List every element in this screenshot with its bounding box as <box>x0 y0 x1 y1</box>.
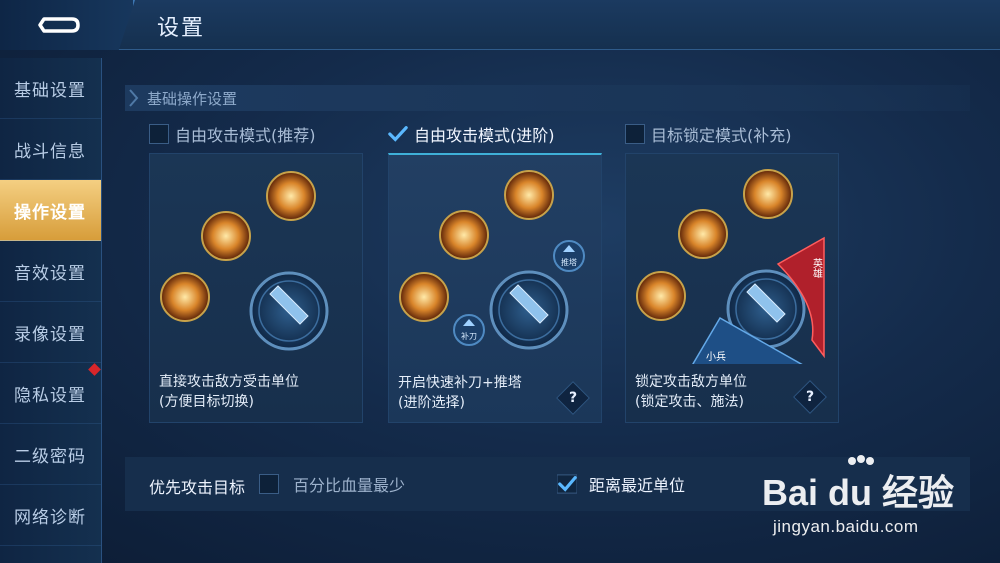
mode-label: 自由攻击模式(推荐) <box>175 126 316 145</box>
mode-target-lock-option[interactable]: 目标锁定模式(补充) <box>625 123 792 145</box>
checkmark-icon <box>557 474 577 494</box>
checkmark-icon <box>388 126 408 142</box>
last-hit-icon-label: 补刀 <box>461 331 477 341</box>
description-line: (进阶选择) <box>398 395 465 411</box>
sidebar: 基础设置 战斗信息 操作设置 音效设置 录像设置 隐私设置 二级密码 网络诊断 <box>0 58 102 563</box>
priority-option-nearest[interactable]: 距离最近单位 <box>557 472 685 496</box>
sidebar-item-battle-info[interactable]: 战斗信息 <box>0 119 101 180</box>
watermark-brand: Bai du 经验 <box>762 472 954 513</box>
sidebar-item-label: 网络诊断 <box>14 507 86 528</box>
checkbox[interactable] <box>259 474 279 494</box>
skill-layout-illustration: 英雄 小兵 <box>636 169 825 364</box>
mode-description: 开启快速补刀+推塔 (进阶选择) <box>398 373 522 413</box>
back-button[interactable] <box>0 0 135 50</box>
notification-dot <box>88 363 101 376</box>
checkbox[interactable] <box>149 124 169 144</box>
top-bar: 设置 <box>0 0 1000 50</box>
mode-free-recommended-option[interactable]: 自由攻击模式(推荐) <box>149 123 316 145</box>
skill-layout-illustration: 推塔 补刀 <box>399 170 585 350</box>
content-panel: 基础操作设置 自由攻击模式(推荐) 自由攻击模式(进阶) 目标锁定模式(补充) <box>125 85 970 511</box>
checkbox[interactable] <box>625 124 645 144</box>
sidebar-item-network[interactable]: 网络诊断 <box>0 485 101 546</box>
sidebar-item-label: 战斗信息 <box>14 141 86 162</box>
priority-option-lowest-hp[interactable]: 百分比血量最少 <box>259 472 405 496</box>
push-tower-icon-label: 推塔 <box>561 257 577 267</box>
description-line: (锁定攻击、施法) <box>635 394 744 410</box>
sidebar-item-audio[interactable]: 音效设置 <box>0 241 101 302</box>
option-label: 距离最近单位 <box>589 476 686 495</box>
mode-card-target-lock[interactable]: 英雄 小兵 锁定攻击敌方单位 (锁定攻击、施法) ? <box>625 153 839 423</box>
sidebar-item-basic[interactable]: 基础设置 <box>0 58 101 119</box>
page-title: 设置 <box>157 16 206 41</box>
help-button[interactable]: ? <box>556 381 590 415</box>
sidebar-item-privacy[interactable]: 隐私设置 <box>0 363 101 424</box>
sidebar-item-label: 二级密码 <box>14 446 86 467</box>
mode-card-free-recommended[interactable]: 直接攻击敌方受击单位 (方便目标切换) <box>149 153 363 423</box>
help-icon: ? <box>568 390 578 406</box>
mode-free-advanced-option[interactable]: 自由攻击模式(进阶) <box>388 123 555 145</box>
option-label: 百分比血量最少 <box>293 476 406 495</box>
sidebar-item-label: 基础设置 <box>14 80 86 101</box>
mode-card-free-advanced[interactable]: 推塔 补刀 开启快速补刀+推塔 (进阶选择) ? <box>388 153 602 423</box>
sidebar-item-replay[interactable]: 录像设置 <box>0 302 101 363</box>
priority-label: 优先攻击目标 <box>149 478 246 497</box>
help-icon: ? <box>805 389 815 405</box>
mode-description: 锁定攻击敌方单位 (锁定攻击、施法) <box>635 372 747 412</box>
description-line: 直接攻击敌方受击单位 <box>159 374 299 390</box>
description-line: 开启快速补刀+推塔 <box>398 375 522 391</box>
watermark-url: jingyan.baidu.com <box>773 517 919 536</box>
sidebar-item-label: 操作设置 <box>14 202 86 223</box>
mode-label: 自由攻击模式(进阶) <box>414 126 555 145</box>
chevron-right-icon <box>129 89 139 107</box>
sidebar-item-secondary-password[interactable]: 二级密码 <box>0 424 101 485</box>
section-header: 基础操作设置 <box>125 85 970 111</box>
back-arrow-icon <box>37 17 80 33</box>
minion-tag-label: 小兵 <box>706 350 726 363</box>
description-line: (方便目标切换) <box>159 394 254 410</box>
hero-tag-label: 英雄 <box>811 257 823 279</box>
paw-icon <box>848 455 874 465</box>
sidebar-item-label: 音效设置 <box>14 263 86 284</box>
checkbox-checked[interactable] <box>557 474 577 494</box>
section-title: 基础操作设置 <box>147 89 238 108</box>
mode-description: 直接攻击敌方受击单位 (方便目标切换) <box>159 372 299 412</box>
help-button[interactable]: ? <box>793 380 827 414</box>
description-line: 锁定攻击敌方单位 <box>635 374 747 390</box>
checkbox-checked[interactable] <box>388 124 408 144</box>
sidebar-item-controls[interactable]: 操作设置 <box>0 180 101 241</box>
sidebar-item-label: 隐私设置 <box>14 385 86 406</box>
sidebar-item-label: 录像设置 <box>14 324 86 345</box>
skill-layout-illustration <box>160 171 329 351</box>
mode-label: 目标锁定模式(补充) <box>651 126 792 145</box>
